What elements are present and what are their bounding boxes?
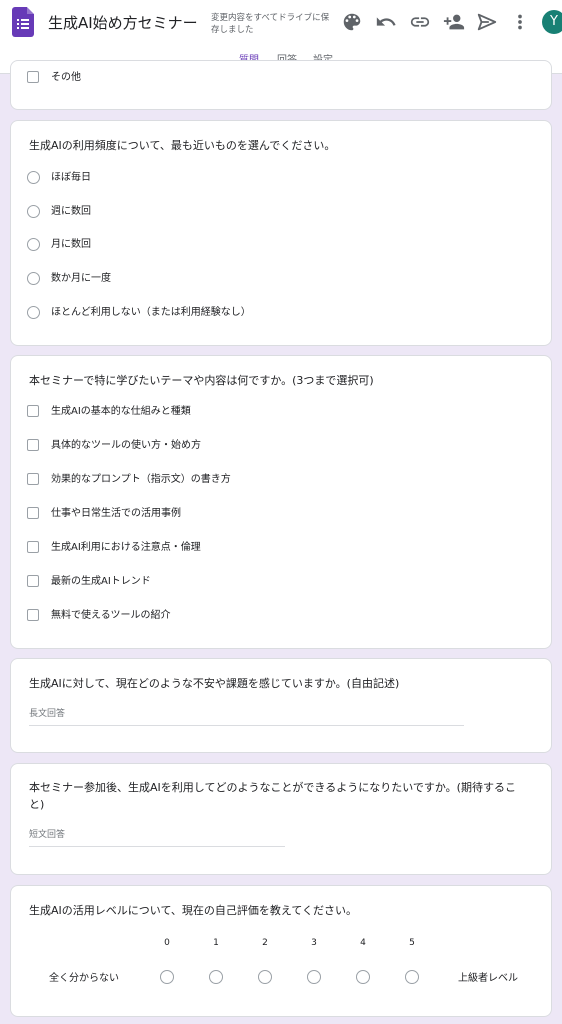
checkbox[interactable] [27, 439, 39, 451]
option-label: 月に数回 [51, 239, 91, 250]
radio-button[interactable] [27, 171, 40, 184]
option-row[interactable]: その他 [27, 70, 527, 88]
radio-button[interactable] [27, 205, 40, 218]
option-row[interactable]: 生成AIの基本的な仕組みと種類 [27, 404, 527, 422]
question-card-partial[interactable]: その他 [10, 60, 552, 110]
option-row[interactable]: 生成AI利用における注意点・倫理 [27, 540, 527, 558]
checkbox[interactable] [27, 507, 39, 519]
scale-min-label: 全く分からない [49, 973, 119, 984]
scale-radio-1[interactable] [209, 970, 223, 984]
send-icon[interactable] [476, 11, 498, 33]
option-row[interactable]: 週に数回 [27, 204, 527, 222]
short-answer-field[interactable]: 短文回答 [29, 828, 285, 847]
scale-number: 3 [311, 938, 317, 948]
option-label: 最新の生成AIトレンド [51, 576, 151, 587]
option-label: 効果的なプロンプト（指示文）の書き方 [51, 474, 231, 485]
option-label: 週に数回 [51, 206, 91, 217]
scale-max-label: 上級者レベル [458, 973, 518, 984]
scale-number: 0 [164, 938, 170, 948]
option-row[interactable]: 最新の生成AIトレンド [27, 574, 527, 592]
option-row[interactable]: 無料で使えるツールの紹介 [27, 608, 527, 626]
option-label: 具体的なツールの使い方・始め方 [51, 440, 201, 451]
scale-radio-2[interactable] [258, 970, 272, 984]
document-title[interactable]: 生成AI始め方セミナー 事前 [48, 12, 198, 34]
radio-button[interactable] [27, 238, 40, 251]
option-label: ほぼ毎日 [51, 172, 91, 183]
option-label: 無料で使えるツールの紹介 [51, 610, 171, 621]
checkbox[interactable] [27, 541, 39, 553]
link-icon[interactable] [409, 11, 431, 33]
question-card-frequency[interactable]: 生成AIの利用頻度について、最も近いものを選んでください。 ほぼ毎日 週に数回 … [10, 120, 552, 346]
add-collaborator-icon[interactable] [443, 11, 465, 33]
scale-radio-3[interactable] [307, 970, 321, 984]
option-label: ほとんど利用しない（または利用経験なし） [51, 307, 251, 318]
palette-icon[interactable] [341, 11, 363, 33]
option-label: 生成AI利用における注意点・倫理 [51, 542, 201, 553]
checkbox[interactable] [27, 473, 39, 485]
option-row[interactable]: 具体的なツールの使い方・始め方 [27, 438, 527, 456]
more-vert-icon[interactable] [509, 11, 531, 33]
avatar[interactable]: Y [542, 10, 562, 34]
option-label: 数か月に一度 [51, 273, 111, 284]
checkbox[interactable] [27, 71, 39, 83]
question-title-line1: 本セミナー参加後、生成AIを利用してどのようなことができるようになりたいですか。… [29, 781, 516, 794]
question-card-topics[interactable]: 本セミナーで特に学びたいテーマや内容は何ですか。(3つまで選択可) 生成AIの基… [10, 355, 552, 649]
scale-number: 2 [262, 938, 268, 948]
option-row[interactable]: 数か月に一度 [27, 271, 527, 289]
question-title: 本セミナーで特に学びたいテーマや内容は何ですか。(3つまで選択可) [29, 374, 374, 387]
radio-button[interactable] [27, 306, 40, 319]
long-answer-field[interactable]: 長文回答 [29, 707, 464, 726]
forms-logo-icon[interactable] [12, 7, 34, 37]
scale-radio-0[interactable] [160, 970, 174, 984]
checkbox[interactable] [27, 405, 39, 417]
question-card-level[interactable]: 生成AIの活用レベルについて、現在の自己評価を教えてください。 0 1 2 3 … [10, 885, 552, 1017]
option-row[interactable]: 月に数回 [27, 237, 527, 255]
scale-number: 1 [213, 938, 219, 948]
option-label: 生成AIの基本的な仕組みと種類 [51, 406, 191, 417]
scale-number: 4 [360, 938, 366, 948]
question-title-line2: と) [29, 798, 45, 811]
question-title: 生成AIに対して、現在どのような不安や課題を感じていますか。(自由記述) [29, 677, 400, 690]
option-row[interactable]: 効果的なプロンプト（指示文）の書き方 [27, 472, 527, 490]
question-title: 生成AIの利用頻度について、最も近いものを選んでください。 [29, 139, 336, 152]
option-row[interactable]: ほとんど利用しない（または利用経験なし） [27, 305, 527, 323]
undo-icon[interactable] [375, 11, 397, 33]
option-label: その他 [51, 72, 81, 83]
option-row[interactable]: ほぼ毎日 [27, 170, 527, 188]
question-title: 生成AIの活用レベルについて、現在の自己評価を教えてください。 [29, 904, 358, 917]
radio-button[interactable] [27, 272, 40, 285]
option-label: 仕事や日常生活での活用事例 [51, 508, 181, 519]
scale-radio-5[interactable] [405, 970, 419, 984]
checkbox[interactable] [27, 609, 39, 621]
save-status: 変更内容をすべてドライブに保存しました [211, 13, 330, 35]
scale-number: 5 [409, 938, 415, 948]
option-row[interactable]: 仕事や日常生活での活用事例 [27, 506, 527, 524]
scale-radio-4[interactable] [356, 970, 370, 984]
checkbox[interactable] [27, 575, 39, 587]
question-card-expectations[interactable]: 本セミナー参加後、生成AIを利用してどのようなことができるようになりたいですか。… [10, 763, 552, 875]
question-card-concerns[interactable]: 生成AIに対して、現在どのような不安や課題を感じていますか。(自由記述) 長文回… [10, 658, 552, 753]
